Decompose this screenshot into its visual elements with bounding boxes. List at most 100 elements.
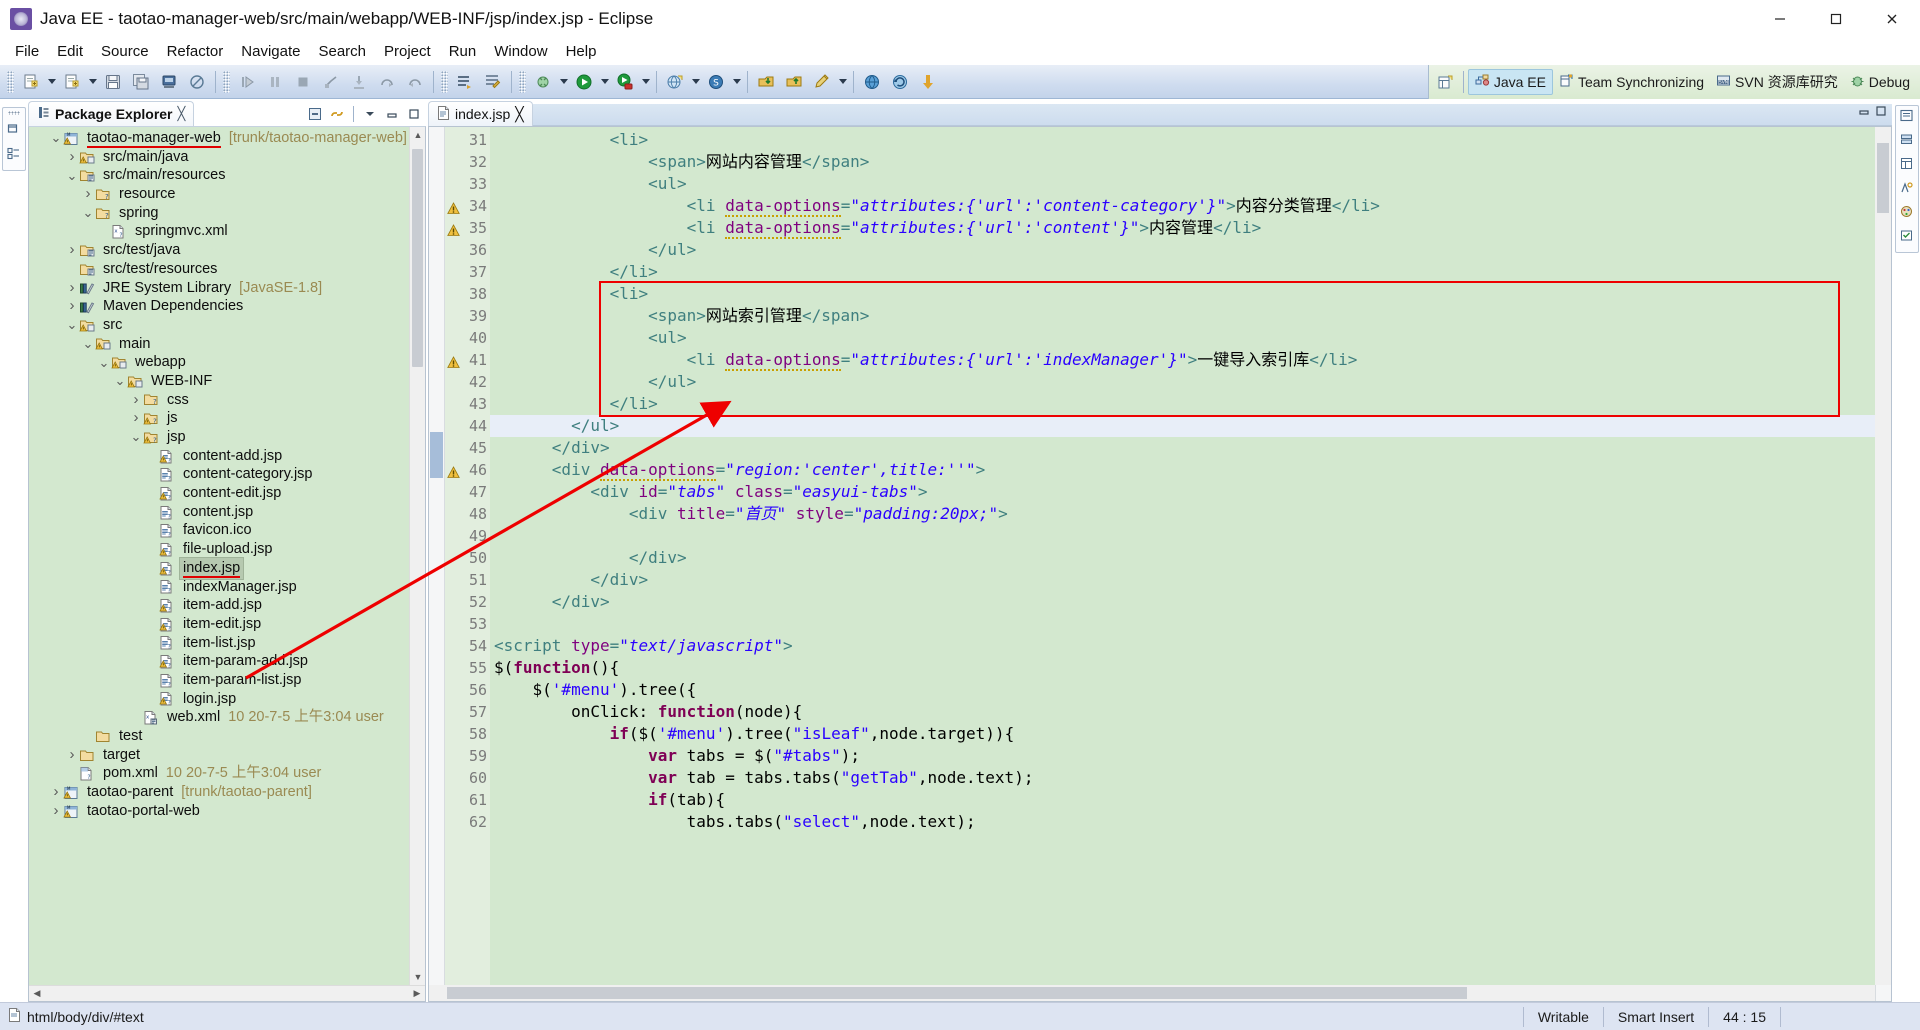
line-number[interactable]: 38 [445,283,500,305]
code-line[interactable]: var tabs = $("#tabs"); [490,745,1875,767]
tree-item[interactable]: ⌄ main [29,335,409,354]
code-line[interactable]: <ul> [490,173,1875,195]
tree-item-content[interactable]: taotao-manager-web [84,128,224,149]
debug-dropdown-icon[interactable] [557,69,570,95]
tree-item[interactable]: ? indexManager.jsp [29,578,409,597]
tasks-fastview-icon[interactable] [1900,229,1913,247]
tree-item[interactable]: › target [29,746,409,765]
debug-resume-icon[interactable] [234,69,260,95]
code-line[interactable]: <li> [490,283,1875,305]
editor-hscroll-thumb[interactable] [447,987,1467,999]
code-line[interactable]: </ul> [490,371,1875,393]
tree-item[interactable]: ⌄ src/main/resources [29,166,409,185]
code-line[interactable]: <script type="text/javascript"> [490,635,1875,657]
tree-item-content[interactable]: file-upload.jsp [180,539,275,560]
tree-item-content[interactable]: content.jsp [180,502,256,523]
line-number[interactable]: 34 [445,195,490,217]
code-line[interactable]: </div> [490,437,1875,459]
close-icon[interactable]: ╳ [515,106,523,123]
code-line[interactable]: <span>网站内容管理</span> [490,151,1875,173]
tree-item[interactable]: ? pom.xml 10 20-7-5 上午3:04 user [29,764,409,783]
tree-item[interactable]: ? item-list.jsp [29,634,409,653]
tree-item-content[interactable]: resource [116,184,178,205]
perspective-java-ee[interactable]: Java EE [1467,69,1553,95]
step-over-icon[interactable] [374,69,400,95]
tree-item[interactable]: test [29,727,409,746]
close-button[interactable] [1864,0,1920,38]
perspective-debug[interactable]: Debug [1844,70,1916,94]
tree-item-content[interactable]: item-edit.jsp [180,614,264,635]
step-return-icon[interactable] [402,69,428,95]
tree-item[interactable]: x web.xml 10 20-7-5 上午3:04 user [29,708,409,727]
menu-item-project[interactable]: Project [375,40,440,63]
tree-item[interactable]: › Mtaotao-portal-web [29,802,409,821]
no-entry-icon[interactable] [184,69,210,95]
tree-item[interactable]: ? index.jsp [29,556,409,580]
line-number[interactable]: 47 [445,481,500,503]
chevron-right-icon[interactable]: › [65,279,79,298]
tree-item-content[interactable]: favicon.ico [180,520,255,541]
tree-item-content[interactable]: indexManager.jsp [180,577,300,598]
editor-vertical-scrollbar[interactable] [1875,127,1891,985]
tree-item-content[interactable]: login.jsp [180,689,239,710]
chevron-down-icon[interactable]: ⌄ [49,131,63,144]
code-line[interactable]: </ul> [490,239,1875,261]
code-line[interactable]: </ul> [490,415,1875,437]
line-number[interactable]: 33 [445,173,500,195]
menu-item-refactor[interactable]: Refactor [158,40,233,63]
code-line[interactable] [490,613,1875,635]
search-icon[interactable] [480,69,506,95]
tree-item[interactable]: src/test/resources [29,260,409,279]
run-external-dropdown-icon[interactable] [639,69,652,95]
tree-item-selected[interactable]: index.jsp [178,556,245,580]
chevron-right-icon[interactable]: › [65,746,79,765]
code-line[interactable]: <li data-options="attributes:{'url':'ind… [490,349,1875,371]
tree-item-content[interactable]: src/main/resources [100,165,228,186]
toolbar-grip-2[interactable] [223,70,230,93]
menu-item-run[interactable]: Run [440,40,486,63]
chevron-right-icon[interactable]: › [81,185,95,204]
chevron-down-icon[interactable]: ⌄ [113,374,127,387]
new-folder-icon[interactable] [59,69,85,95]
line-number[interactable]: 58 [445,723,490,745]
chevron-down-icon[interactable]: ⌄ [81,337,95,350]
tree-item-content[interactable]: content-add.jsp [180,446,285,467]
chevron-right-icon[interactable]: › [49,802,63,821]
code-line[interactable]: </li> [490,261,1875,283]
menu-item-file[interactable]: File [6,40,48,63]
line-number[interactable]: 36 [445,239,490,261]
import-icon[interactable] [753,69,779,95]
chevron-down-icon[interactable]: ⌄ [65,169,79,182]
chevron-right-icon[interactable]: › [65,297,79,316]
code-line[interactable]: $('#menu').tree({ [490,679,1875,701]
line-number[interactable]: 48 [445,503,500,525]
code-line[interactable]: <div id="tabs" class="easyui-tabs"> [490,481,1875,503]
new-wizard-dropdown-icon[interactable] [45,69,58,95]
editor-line-number-ruler[interactable]: 31 32 33 34 35 36 37 38 39 40 41 42 43 44 45 46 47 48 49 50… [445,127,500,1001]
debug-run-icon[interactable] [530,69,556,95]
scroll-down-icon[interactable]: ▼ [410,969,425,985]
menu-item-window[interactable]: Window [485,40,556,63]
code-line[interactable]: </div> [490,591,1875,613]
tree-item-content[interactable]: webapp [132,352,189,373]
line-number[interactable]: 35 [445,217,490,239]
toolbar-grip[interactable] [7,70,14,93]
chevron-down-icon[interactable]: ⌄ [97,356,111,369]
minimize-view-icon[interactable] [382,104,402,124]
new-wizard-icon[interactable] [18,69,44,95]
menu-item-edit[interactable]: Edit [48,40,92,63]
code-line[interactable]: <li data-options="attributes:{'url':'con… [490,217,1875,239]
perspective-svn-repository[interactable]: SVN SVN 资源库研究 [1710,69,1844,95]
tree-vscroll-thumb[interactable] [412,149,423,367]
line-number[interactable]: 37 [445,261,490,283]
line-number[interactable]: 40 [445,327,500,349]
package-explorer-fastview-icon[interactable] [7,147,20,165]
open-type-icon[interactable] [452,69,478,95]
close-icon[interactable]: ╳ [178,106,186,122]
perspective-team-synchronizing[interactable]: Team Synchronizing [1553,70,1710,94]
menu-item-help[interactable]: Help [557,40,606,63]
editor-code-area[interactable]: <li> <span>网站内容管理</span> <ul> <li data-o… [490,127,1875,1001]
line-number[interactable]: 57 [445,701,490,723]
editor-horizontal-scrollbar[interactable] [429,985,1875,1001]
outline-fastview-icon[interactable] [1900,109,1913,127]
